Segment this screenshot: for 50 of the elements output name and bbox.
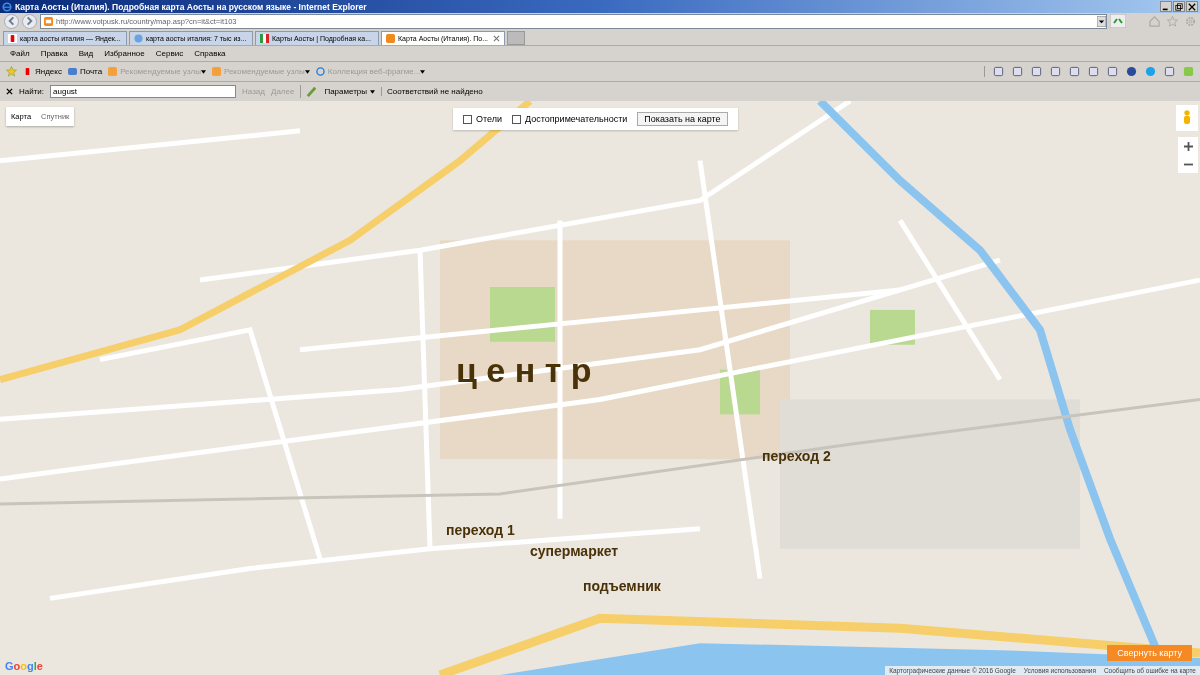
menu-item[interactable]: Вид [78, 49, 94, 58]
checkbox-label: Отели [476, 114, 502, 124]
checkbox[interactable] [463, 114, 472, 124]
close-tab-icon[interactable] [493, 35, 500, 42]
restore-icon [1175, 2, 1183, 11]
window-title: Карта Аосты (Италия). Подробная карта Аосты на русском языке - Internet Explorer [15, 1, 367, 12]
restore-button[interactable] [1173, 1, 1185, 12]
menu-item[interactable]: Справка [194, 49, 226, 58]
site-icon [23, 67, 32, 76]
checkbox[interactable] [512, 114, 521, 124]
find-field[interactable]: august [50, 85, 237, 98]
star-icon[interactable] [1167, 15, 1178, 27]
site-icon [211, 67, 221, 76]
site-icon [315, 67, 325, 76]
site-icon [8, 34, 17, 43]
plus-icon [1183, 141, 1193, 151]
google-logo: Google [5, 660, 43, 672]
map-label: переход 2 [762, 449, 831, 463]
find-status: Соответствий не найдено [381, 87, 483, 96]
menu-item[interactable]: Избранное [104, 49, 145, 58]
back-button[interactable] [4, 13, 19, 29]
site-icon [386, 34, 395, 43]
caret-icon[interactable] [370, 89, 376, 94]
favorites-link[interactable]: Почта [67, 67, 103, 76]
close-button[interactable] [1186, 1, 1198, 12]
menu-item[interactable]: Правка [40, 49, 68, 58]
favorites-link[interactable]: Яндекс [23, 67, 62, 76]
minimize-button[interactable] [1160, 1, 1172, 12]
checkbox-label: Достопримечательности [525, 114, 628, 124]
forward-button[interactable] [22, 13, 37, 29]
options-menu[interactable]: Параметры [324, 87, 368, 96]
menu-item[interactable]: Сервис [155, 49, 184, 58]
browser-logo-icon [2, 1, 12, 12]
site-icon [108, 67, 118, 76]
highlighter-icon[interactable] [300, 85, 319, 98]
map-label: переход 1 [446, 523, 515, 537]
close-icon [1188, 2, 1196, 11]
site-icon [44, 16, 53, 26]
find-label: Найти: [19, 87, 45, 96]
person-icon[interactable] [1176, 105, 1198, 131]
close-find-icon[interactable] [6, 88, 13, 95]
map-label: подъемник [583, 579, 661, 593]
dropdown-icon[interactable] [1097, 15, 1106, 27]
site-icon [260, 34, 269, 43]
menu-item[interactable]: Файл [10, 49, 30, 58]
show-on-map-button[interactable]: Показать на карте [637, 112, 728, 126]
site-icon [134, 34, 143, 43]
favorites-star-icon[interactable] [6, 66, 17, 77]
map-label: супермаркет [530, 544, 619, 558]
map-label: ц е н т р [456, 353, 592, 387]
